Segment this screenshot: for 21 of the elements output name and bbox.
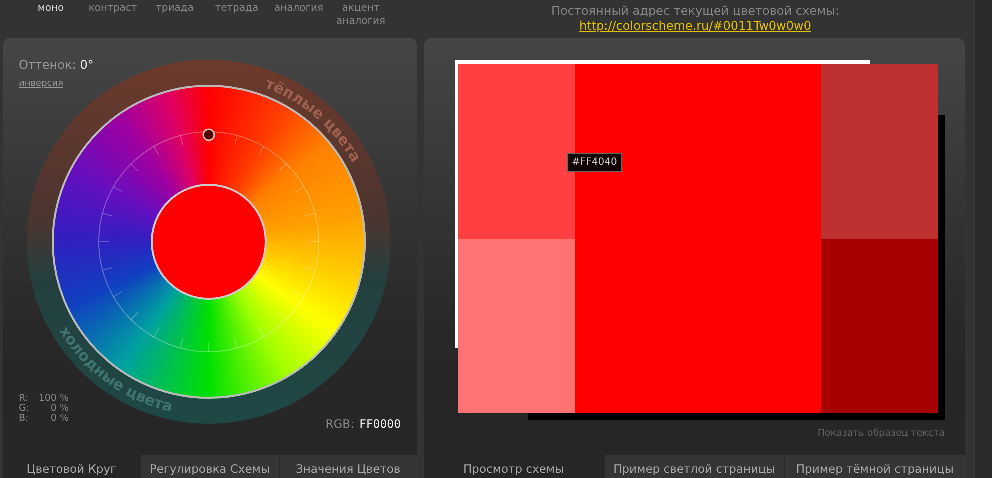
scheme-mode-tab[interactable]: тетрада (206, 0, 268, 15)
scheme-url-link[interactable]: http://colorscheme.ru/#0011Tw0w0w0 (580, 19, 812, 34)
scheme-mode-tab[interactable]: аналогия (268, 0, 330, 15)
channel-label: B: (19, 414, 29, 424)
scheme-mode-tab[interactable]: контраст (82, 0, 144, 15)
color-tooltip: #FF4040 (567, 153, 622, 172)
color-swatch[interactable] (821, 239, 938, 413)
hue-value: 0° (80, 58, 94, 72)
panel-tab[interactable]: Просмотр схемы (424, 455, 604, 478)
channel-value: 0 % (50, 414, 69, 424)
channel-value: 0 % (50, 404, 69, 414)
channel-label: R: (19, 394, 29, 404)
panel-tab[interactable]: Цветовой Круг (3, 455, 140, 478)
scheme-mode-tab[interactable]: триада (144, 0, 206, 15)
scheme-mode-tab[interactable]: акцент аналогия (330, 0, 392, 28)
color-swatch[interactable] (821, 64, 938, 239)
channel-label: G: (19, 404, 30, 414)
channel-value: 100 % (38, 394, 69, 404)
scheme-url-caption: Постоянный адрес текущей цветовой схемы: (552, 4, 840, 19)
scheme-mode-tab[interactable]: моно (20, 0, 82, 15)
color-swatch[interactable] (458, 239, 575, 413)
